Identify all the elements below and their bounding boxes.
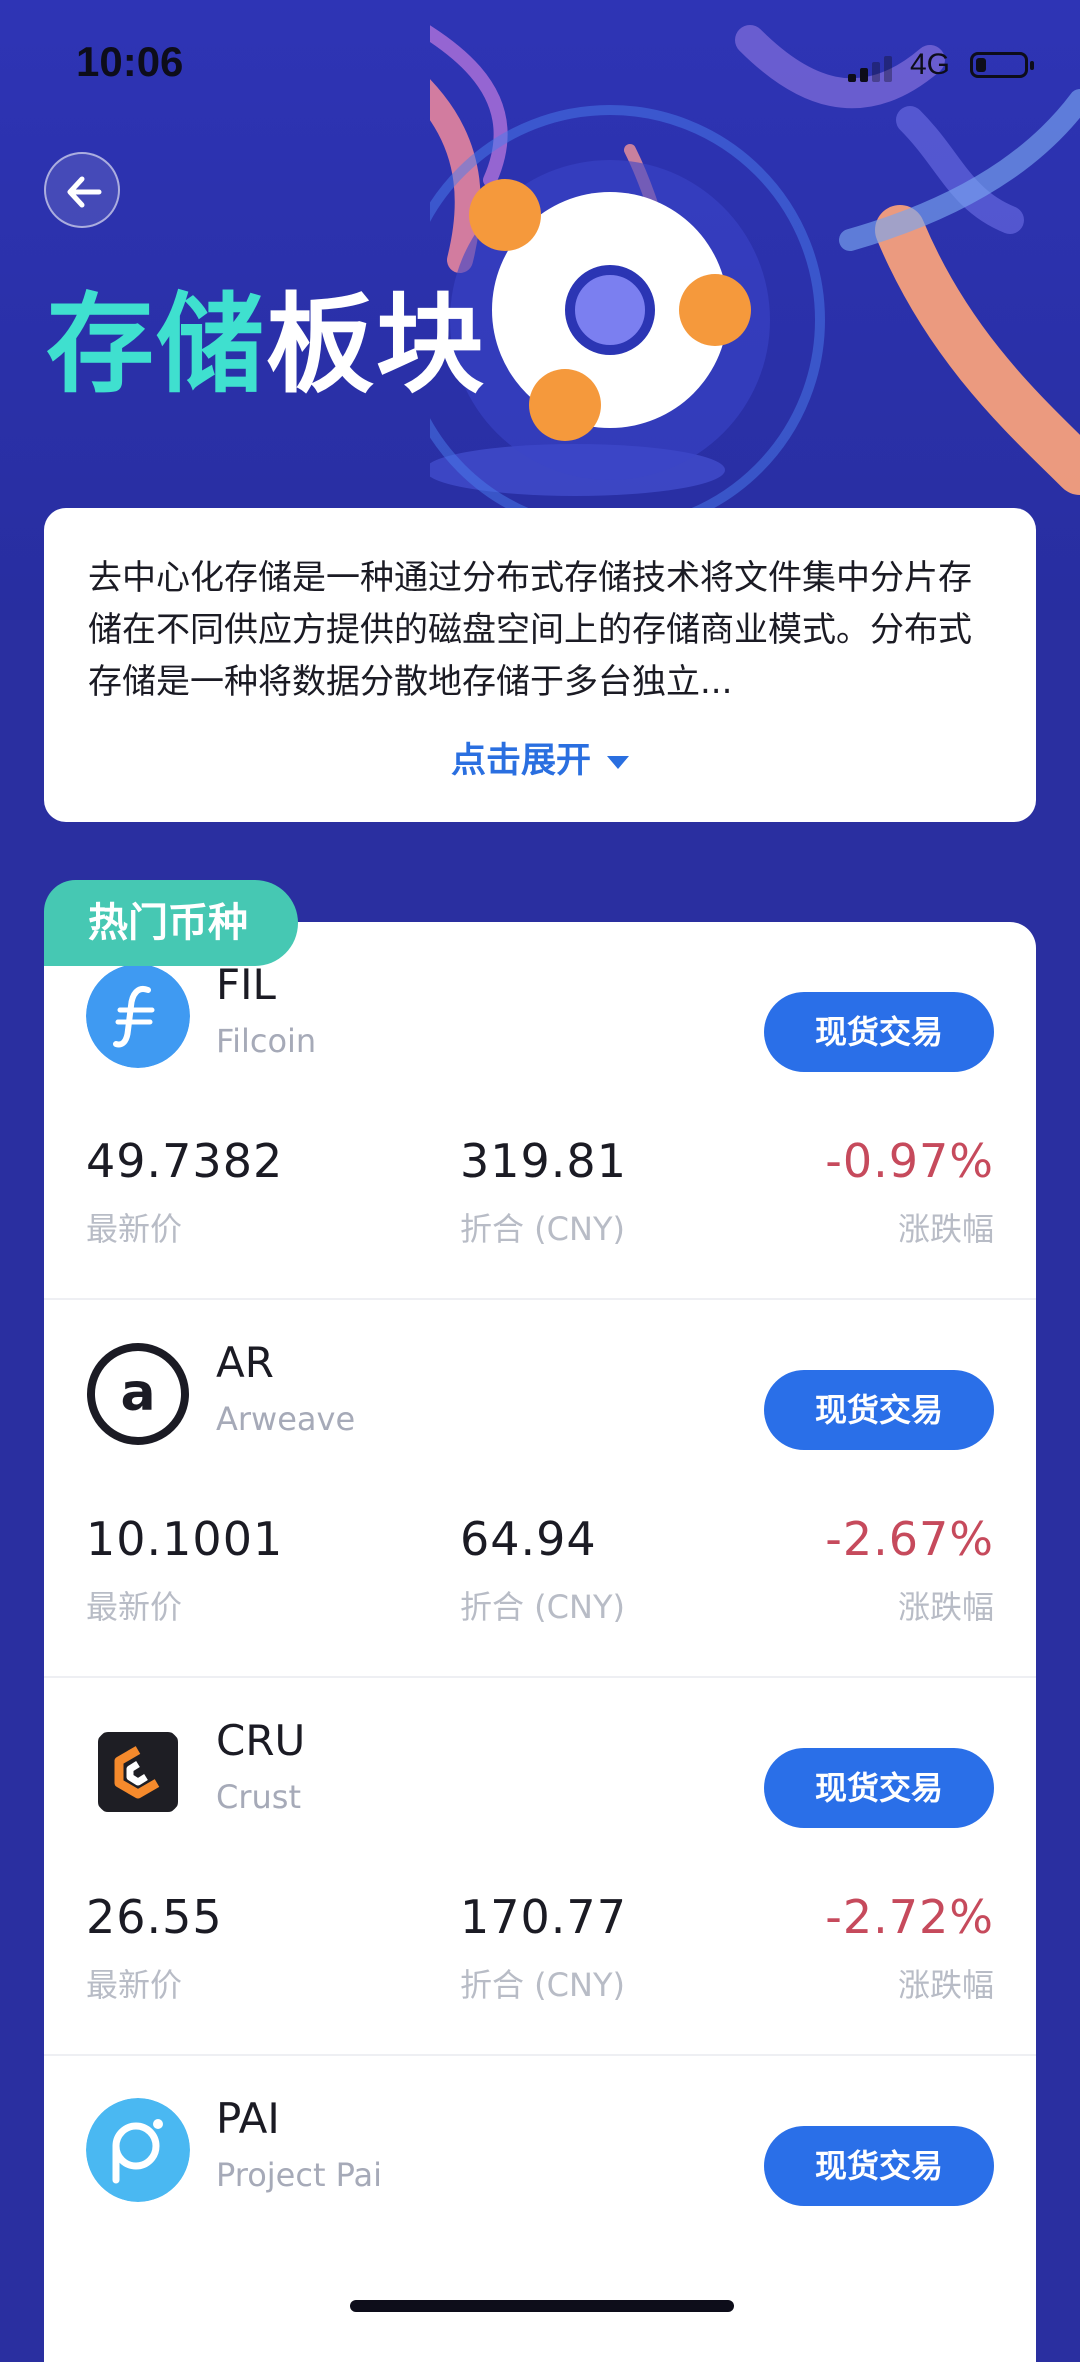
cny-price: 170.77 bbox=[460, 1890, 627, 1944]
latest-price: 10.1001 bbox=[86, 1512, 284, 1566]
arweave-icon: a bbox=[87, 1343, 189, 1445]
spot-trade-button[interactable]: 现货交易 bbox=[764, 1370, 994, 1450]
back-button[interactable] bbox=[44, 152, 120, 228]
cny-price: 64.94 bbox=[460, 1512, 597, 1566]
list-item[interactable]: a AR Arweave 现货交易 10.1001 64.94 -2.67% 最… bbox=[44, 1300, 1036, 1678]
project-pai-icon bbox=[86, 2098, 190, 2202]
coin-name: Arweave bbox=[216, 1400, 356, 1438]
latest-price: 26.55 bbox=[86, 1890, 223, 1944]
spot-trade-button[interactable]: 现货交易 bbox=[764, 992, 994, 1072]
home-indicator[interactable] bbox=[350, 2300, 734, 2312]
coin-symbol: FIL bbox=[216, 960, 276, 1009]
expand-button[interactable]: 点击展开 bbox=[44, 732, 1036, 783]
cny-label: 折合 (CNY) bbox=[460, 1210, 625, 1248]
latest-price-label: 最新价 bbox=[86, 1966, 183, 2004]
page-title-rest: 板块 bbox=[266, 283, 487, 408]
change-label: 涨跌幅 bbox=[897, 1588, 994, 1626]
price-change: -0.97% bbox=[825, 1134, 994, 1188]
coin-name: Project Pai bbox=[216, 2156, 383, 2194]
cny-label: 折合 (CNY) bbox=[460, 1966, 625, 2004]
list-item[interactable]: CRU Crust 现货交易 26.55 170.77 -2.72% 最新价 折… bbox=[44, 1678, 1036, 2056]
change-label: 涨跌幅 bbox=[897, 1210, 994, 1248]
coin-list: FIL Filcoin 现货交易 49.7382 319.81 -0.97% 最… bbox=[44, 922, 1036, 2362]
status-time: 10:06 bbox=[76, 38, 184, 85]
coin-symbol: PAI bbox=[216, 2094, 280, 2143]
battery-icon bbox=[970, 52, 1034, 78]
page-title: 存储板块 bbox=[46, 292, 486, 400]
coin-symbol: AR bbox=[216, 1338, 274, 1387]
latest-price: 49.7382 bbox=[86, 1134, 284, 1188]
cny-label: 折合 (CNY) bbox=[460, 1588, 625, 1626]
change-label: 涨跌幅 bbox=[897, 1966, 994, 2004]
page-title-accent: 存储 bbox=[46, 283, 267, 408]
status-bar: 10:06 4G bbox=[0, 0, 1080, 130]
filecoin-icon bbox=[86, 964, 190, 1068]
list-item[interactable]: FIL Filcoin 现货交易 49.7382 319.81 -0.97% 最… bbox=[44, 922, 1036, 1300]
section-tab-hot-coins: 热门币种 bbox=[44, 880, 298, 966]
caret-down-icon bbox=[607, 755, 629, 769]
latest-price-label: 最新价 bbox=[86, 1588, 183, 1626]
spot-trade-button[interactable]: 现货交易 bbox=[764, 2126, 994, 2206]
price-change: -2.67% bbox=[825, 1512, 994, 1566]
price-change: -2.72% bbox=[825, 1890, 994, 1944]
coin-name: Crust bbox=[216, 1778, 301, 1816]
coin-symbol: CRU bbox=[216, 1716, 306, 1765]
svg-text:a: a bbox=[120, 1363, 155, 1423]
coin-name: Filcoin bbox=[216, 1022, 317, 1060]
latest-price-label: 最新价 bbox=[86, 1210, 183, 1248]
cny-price: 319.81 bbox=[460, 1134, 627, 1188]
intro-card: 去中心化存储是一种通过分布式存储技术将文件集中分片存储在不同供应方提供的磁盘空间… bbox=[44, 508, 1036, 822]
signal-icon bbox=[848, 56, 896, 82]
arrow-left-icon bbox=[67, 176, 102, 208]
intro-text: 去中心化存储是一种通过分布式存储技术将文件集中分片存储在不同供应方提供的磁盘空间… bbox=[88, 558, 972, 702]
network-type: 4G bbox=[910, 48, 951, 81]
list-item[interactable]: PAI Project Pai 现货交易 bbox=[44, 2056, 1036, 2362]
crust-icon bbox=[98, 1732, 178, 1812]
expand-label: 点击展开 bbox=[450, 741, 591, 781]
spot-trade-button[interactable]: 现货交易 bbox=[764, 1748, 994, 1828]
